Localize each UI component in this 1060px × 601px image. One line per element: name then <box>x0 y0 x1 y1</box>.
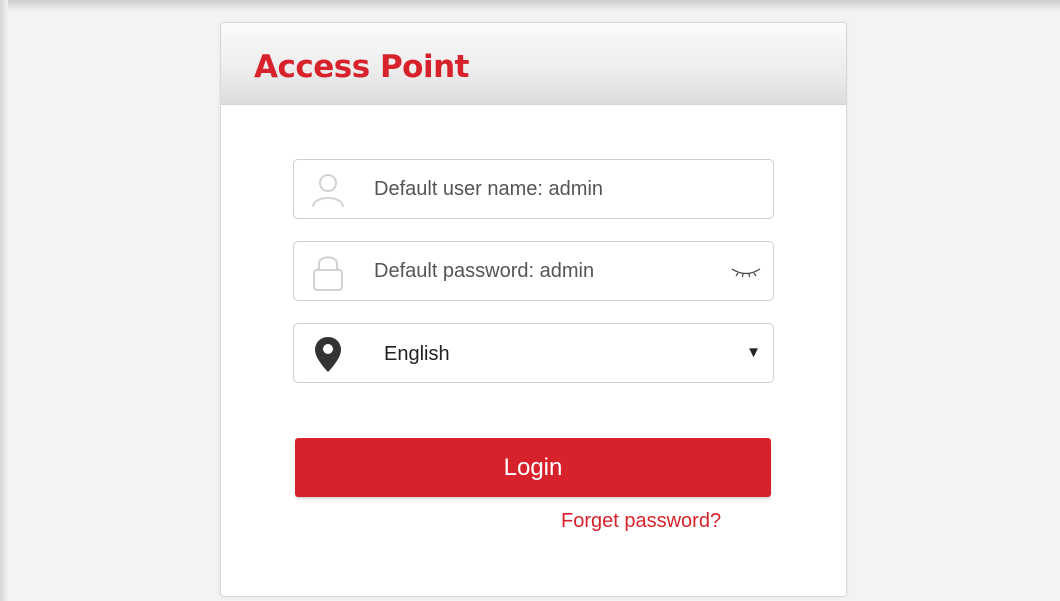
login-card: Access Point Default user name: admin De… <box>220 22 847 597</box>
lock-icon <box>313 256 343 291</box>
window-top-shadow <box>0 0 1060 12</box>
card-header: Access Point <box>221 23 846 105</box>
window-side-shadow <box>0 0 8 601</box>
login-button[interactable]: Login <box>295 438 771 497</box>
language-select[interactable]: English ▼ <box>293 323 774 383</box>
location-pin-icon <box>315 337 341 372</box>
eye-closed-icon[interactable] <box>729 264 763 280</box>
username-placeholder: Default user name: admin <box>374 178 604 200</box>
password-field[interactable]: Default password: admin <box>293 241 774 301</box>
user-icon <box>312 174 344 208</box>
forget-password-link[interactable]: Forget password? <box>561 510 721 533</box>
username-field[interactable]: Default user name: admin <box>293 159 774 219</box>
language-selected: English <box>384 343 450 365</box>
password-placeholder: Default password: admin <box>374 260 595 282</box>
chevron-down-icon: ▼ <box>746 344 761 361</box>
page-title: Access Point <box>254 49 470 85</box>
